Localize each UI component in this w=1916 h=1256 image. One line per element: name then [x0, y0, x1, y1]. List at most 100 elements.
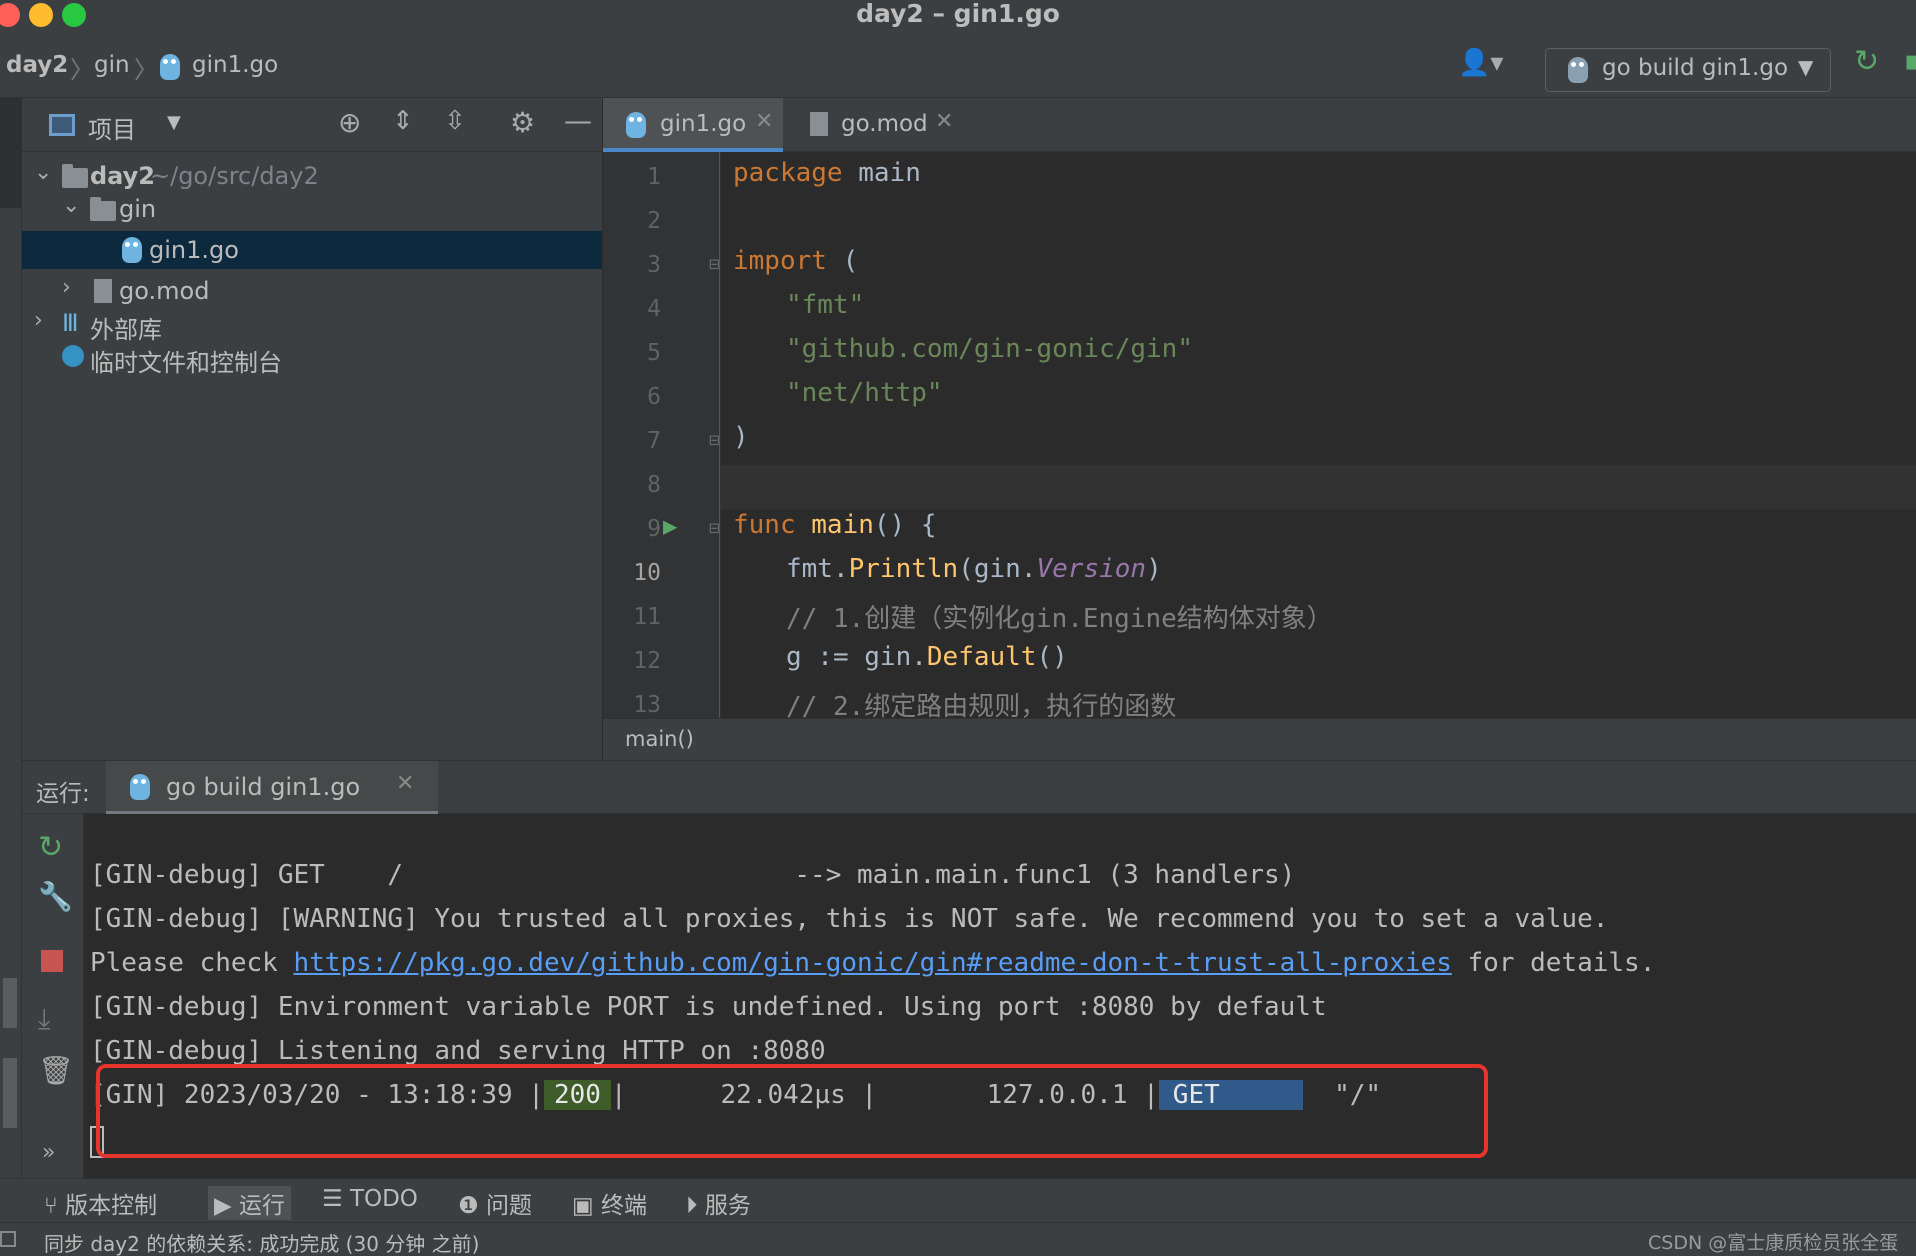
breadcrumb-separator-icon: 〉	[70, 56, 94, 84]
toolbar-services[interactable]: ⏵ 服务	[686, 1186, 751, 1220]
code-line-5: "github.com/gin-gonic/gin"	[786, 334, 1193, 364]
status-message[interactable]: 同步 day2 的依赖关系: 成功完成 (30 分钟 之前)	[44, 1228, 479, 1256]
toolbar-todo[interactable]: ☰ TODO	[322, 1186, 418, 1212]
tree-item-scratches[interactable]: 临时文件和控制台	[22, 337, 602, 377]
tab-gin1-go[interactable]: gin1.go ✕	[603, 98, 783, 152]
code-line-6: "net/http"	[786, 378, 943, 408]
stop-icon[interactable]	[41, 950, 63, 972]
tab-go-build[interactable]: go build gin1.go ✕	[106, 761, 438, 815]
run-config-selector[interactable]: go build gin1.go ▼	[1545, 48, 1831, 92]
highlight-box	[96, 1064, 1488, 1158]
gutter-divider	[719, 152, 720, 718]
console-line: [GIN-debug] GET / --> main.main.func1 (3…	[90, 860, 1296, 890]
toolbar-problems[interactable]: ❶ 问题	[458, 1186, 532, 1220]
gear-icon[interactable]: ⚙	[510, 106, 535, 139]
go-build-icon	[1568, 57, 1588, 83]
project-view-icon	[49, 114, 75, 136]
console-line: [GIN-debug] Environment variable PORT is…	[90, 992, 1327, 1022]
line-number: 6	[647, 384, 661, 410]
code-line-9: func main() {	[733, 510, 937, 540]
wrench-icon[interactable]: 🔧	[38, 880, 73, 913]
expand-all-icon[interactable]: ⇕	[392, 106, 414, 136]
console-link[interactable]: https://pkg.go.dev/github.com/gin-gonic/…	[294, 948, 1452, 978]
chevron-down-icon: ▼	[1798, 55, 1814, 79]
hide-panel-icon[interactable]: —	[564, 104, 592, 137]
code-line-13: // 2.绑定路由规则，执行的函数	[786, 692, 1177, 718]
run-console[interactable]: [GIN-debug] GET / --> main.main.func1 (3…	[84, 814, 1916, 1178]
run-gutter-icon[interactable]: ▶	[663, 512, 677, 540]
bookmarks-tool-window-button[interactable]	[3, 978, 17, 1028]
project-panel-header: 项目 ▼ ⊕ ⇕ ⇳ ⚙ —	[22, 98, 602, 152]
status-toggle-icon[interactable]	[0, 1231, 16, 1247]
tree-item-path: ~/go/src/day2	[150, 162, 319, 190]
editor-tab-bar: gin1.go ✕ go.mod ✕	[603, 98, 1916, 152]
code-token: Default	[926, 642, 1037, 672]
project-panel-title[interactable]: 项目	[88, 110, 136, 145]
left-tool-strip	[0, 98, 22, 1178]
rerun-icon[interactable]: ↻	[38, 830, 63, 865]
breadcrumb-folder[interactable]: gin	[94, 52, 130, 78]
code-token: main	[811, 510, 874, 540]
line-number: 3	[647, 252, 661, 278]
code-line-10: fmt.Println(gin.Version)	[786, 554, 1162, 584]
close-icon[interactable]: ✕	[755, 109, 773, 134]
code-token: g := gin.	[786, 642, 927, 672]
line-number: 10	[633, 560, 661, 586]
scroll-to-end-icon[interactable]: ⤓	[38, 1002, 50, 1036]
function-breadcrumb[interactable]: main()	[625, 727, 694, 751]
tree-item-gin1-go[interactable]: gin1.go	[22, 231, 602, 269]
chevron-right-icon[interactable]: ›	[34, 308, 43, 333]
chevron-down-icon[interactable]: ⌄	[34, 160, 52, 185]
user-icon[interactable]: 👤▾	[1458, 48, 1503, 78]
build-icon[interactable]: ▪	[1904, 44, 1916, 77]
folder-icon	[90, 197, 116, 221]
project-tool-window-button[interactable]	[0, 98, 22, 208]
tab-go-mod[interactable]: go.mod ✕	[793, 98, 963, 152]
toolbar-terminal[interactable]: ▣ 终端	[572, 1186, 647, 1220]
watermark: CSDN @富士康质检员张全蛋	[1648, 1232, 1899, 1254]
tree-item-gin[interactable]: ⌄ gin	[22, 189, 602, 229]
close-icon[interactable]: ✕	[396, 771, 414, 796]
line-number: 7	[647, 428, 661, 454]
navigation-bar: day2 〉 gin 〉 gin1.go 👤▾ go build gin1.go…	[0, 30, 1916, 98]
locate-file-icon[interactable]: ⊕	[338, 106, 361, 139]
run-tool-column: ↻ 🔧 ⤓ 🗑 »	[22, 814, 84, 1178]
code-editor[interactable]: 1 2 3 4 5 6 7 8 9 10 11 12 13 ▶ ⊟ ⊟ ⊟ pa…	[603, 152, 1916, 718]
go-file-icon	[122, 237, 142, 263]
file-icon	[94, 279, 112, 303]
close-icon[interactable]: ✕	[935, 109, 953, 134]
code-token: )	[1146, 554, 1162, 584]
breadcrumb-file[interactable]: gin1.go	[192, 52, 278, 78]
status-bar: 同步 day2 的依赖关系: 成功完成 (30 分钟 之前) CSDN @富士康…	[0, 1222, 1916, 1256]
line-number: 12	[633, 648, 661, 674]
tree-item-label: day2	[90, 162, 155, 190]
line-number: 1	[647, 164, 661, 190]
code-token: (	[826, 246, 859, 276]
toolbar-run[interactable]: ▶ 运行	[208, 1186, 291, 1220]
collapse-all-icon[interactable]: ⇳	[444, 106, 466, 136]
scratch-clock-icon	[62, 345, 84, 367]
rerun-icon[interactable]: ↻	[1854, 44, 1879, 79]
line-number: 2	[647, 208, 661, 234]
line-number: 5	[647, 340, 661, 366]
tab-label: gin1.go	[660, 111, 747, 137]
structure-tool-window-button[interactable]	[3, 1058, 17, 1128]
toolbar-label: 服务	[704, 1193, 751, 1219]
code-token: ()	[1036, 642, 1068, 672]
line-number: 9	[647, 516, 661, 542]
code-line-12: g := gin.Default()	[786, 642, 1068, 672]
console-line: Please check https://pkg.go.dev/github.c…	[90, 948, 1655, 978]
run-config-label: go build gin1.go	[1602, 55, 1789, 81]
tree-item-label: gin1.go	[149, 236, 239, 264]
chevron-down-icon[interactable]: ▼	[167, 112, 181, 133]
more-icon[interactable]: »	[42, 1140, 55, 1165]
chevron-right-icon[interactable]: ›	[62, 275, 71, 300]
console-text: Please check	[90, 948, 294, 978]
chevron-down-icon[interactable]: ⌄	[62, 193, 80, 218]
trash-icon[interactable]: 🗑	[38, 1054, 74, 1087]
toolbar-version-control[interactable]: ⑂ 版本控制	[44, 1186, 157, 1220]
breadcrumb-project[interactable]: day2	[6, 52, 68, 78]
code-token: main	[842, 158, 921, 188]
go-build-icon	[130, 774, 150, 800]
line-number: 13	[633, 692, 661, 718]
